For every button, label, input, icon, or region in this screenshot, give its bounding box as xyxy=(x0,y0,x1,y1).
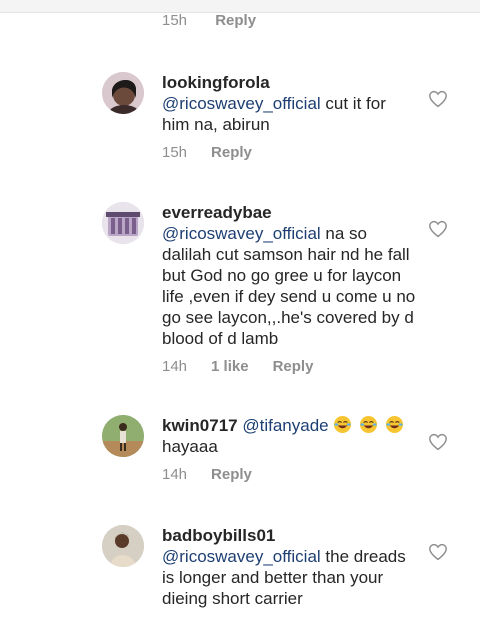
comment-time: 14h xyxy=(162,358,188,375)
laughing-emoji-icon xyxy=(334,415,352,434)
heart-outline-icon[interactable] xyxy=(428,220,448,238)
avatar[interactable] xyxy=(102,72,144,114)
avatar[interactable] xyxy=(102,525,144,567)
likes-count[interactable]: 1 like xyxy=(211,358,249,375)
heart-outline-icon[interactable] xyxy=(428,433,448,451)
comment-meta: 15h Reply xyxy=(162,143,417,163)
comment-meta: 14h 1 like Reply xyxy=(162,357,417,377)
laughing-emoji-icon xyxy=(360,415,378,434)
avatar[interactable] xyxy=(102,415,144,457)
comment-meta: 14h Reply xyxy=(162,465,417,485)
comment-time: 15h xyxy=(162,12,188,29)
comment-username[interactable]: badboybills01 xyxy=(162,526,275,545)
comment-meta-top: 15h Reply xyxy=(162,12,256,29)
comment-mention[interactable]: @ricoswavey_official xyxy=(162,547,321,566)
comment-time: 14h xyxy=(162,466,188,483)
reply-button[interactable]: Reply xyxy=(215,12,256,29)
laughing-emoji-icon xyxy=(385,415,403,434)
comment-mention[interactable]: @tifanyade xyxy=(242,416,328,435)
comment-mention[interactable]: @ricoswavey_official xyxy=(162,224,321,243)
reply-button[interactable]: Reply xyxy=(211,144,252,161)
heart-outline-icon[interactable] xyxy=(428,90,448,108)
heart-outline-icon[interactable] xyxy=(428,543,448,561)
comment-username[interactable]: kwin0717 xyxy=(162,416,238,435)
comment-text: hayaaa xyxy=(162,437,218,456)
comment-time: 15h xyxy=(162,144,188,161)
reply-button[interactable]: Reply xyxy=(211,466,252,483)
comment-username[interactable]: everreadybae xyxy=(162,203,272,222)
comment-username[interactable]: lookingforola xyxy=(162,73,270,92)
reply-button[interactable]: Reply xyxy=(273,358,314,375)
comment-mention[interactable]: @ricoswavey_official xyxy=(162,94,321,113)
laughing-emoji-icons xyxy=(333,415,405,435)
avatar[interactable] xyxy=(102,202,144,244)
